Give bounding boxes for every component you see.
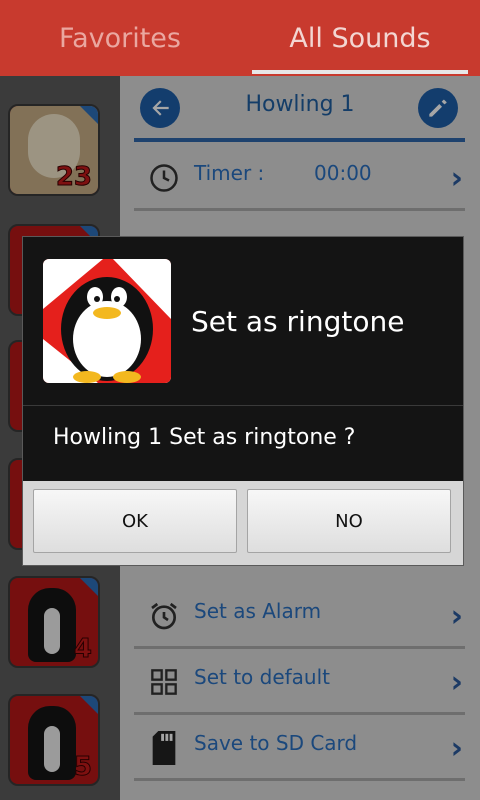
no-button[interactable]: NO: [247, 489, 451, 553]
penguin-app-icon: [43, 259, 171, 383]
tab-active-indicator: [252, 70, 468, 74]
set-ringtone-dialog: Set as ringtone Howling 1 Set as rington…: [22, 236, 464, 566]
dialog-message: Howling 1 Set as ringtone ?: [53, 425, 356, 450]
dialog-divider: [23, 405, 463, 406]
dialog-title: Set as ringtone: [191, 305, 405, 338]
dialog-header: Set as ringtone: [23, 237, 463, 405]
dialog-button-bar: OK NO: [23, 481, 463, 565]
ok-button[interactable]: OK: [33, 489, 237, 553]
tab-favorites[interactable]: Favorites: [0, 0, 240, 76]
tab-all-sounds[interactable]: All Sounds: [240, 0, 480, 76]
tab-bar: Favorites All Sounds: [0, 0, 480, 76]
